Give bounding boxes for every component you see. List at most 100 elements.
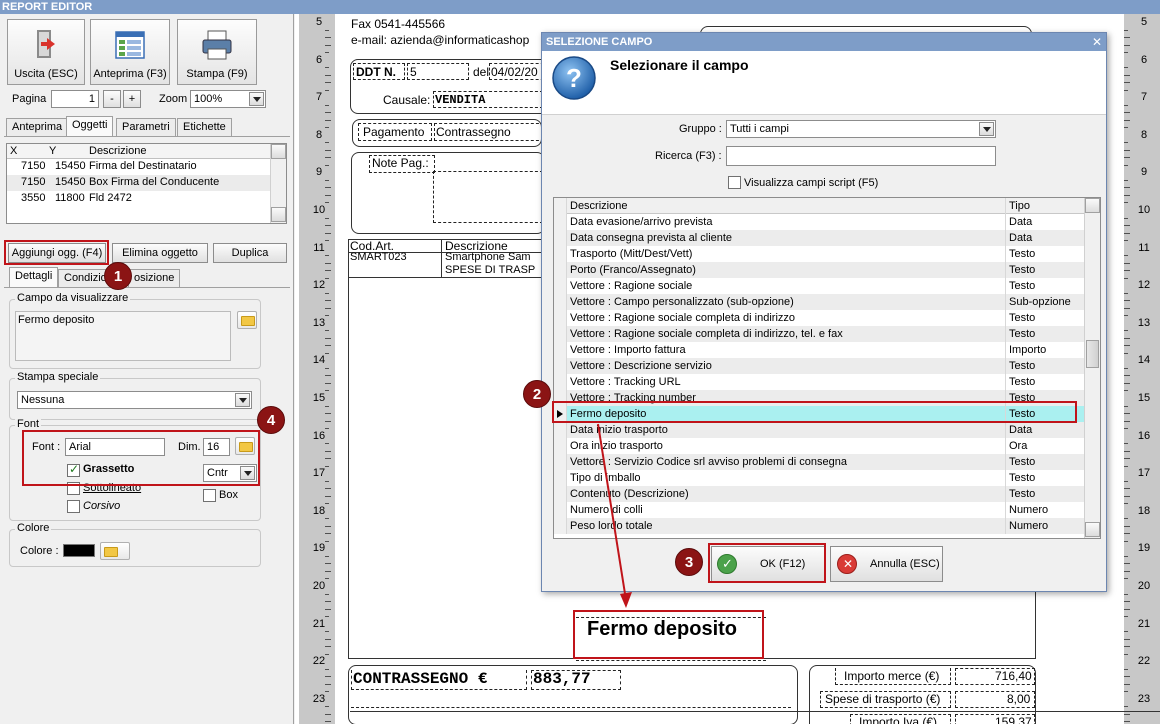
table-row[interactable]: 7150 15450 Firma del Destinatario — [7, 159, 270, 175]
exit-door-icon — [37, 30, 55, 58]
list-item[interactable]: Vettore : Descrizione servizio Testo — [554, 358, 1086, 374]
page-input[interactable]: 1 — [51, 90, 99, 108]
ruler-tick — [325, 480, 329, 482]
scroll-down-icon[interactable] — [271, 207, 286, 222]
scroll-up-icon[interactable] — [1085, 198, 1100, 213]
list-item[interactable]: Trasporto (Mitt/Dest/Vett) Testo — [554, 246, 1086, 262]
ruler-number: 5 — [315, 16, 323, 28]
tab-etichette[interactable]: Etichette — [177, 118, 232, 136]
preview-button[interactable]: Anteprima (F3) — [90, 19, 170, 85]
tab-parametri[interactable]: Parametri — [116, 118, 176, 136]
close-icon[interactable]: ✕ — [1092, 33, 1102, 51]
field-type: Testo — [1009, 376, 1036, 388]
ruler-tick — [325, 601, 331, 603]
scroll-down-icon[interactable] — [1085, 522, 1100, 537]
script-fields-checkbox[interactable] — [728, 176, 741, 189]
tab-posizione[interactable]: osizione — [128, 269, 181, 287]
table-row[interactable]: 3550 11800 Fld 2472 — [7, 191, 270, 207]
tab-anteprima[interactable]: Anteprima — [6, 118, 69, 136]
ruler-tick — [1124, 330, 1128, 332]
row-indicator — [554, 486, 567, 502]
box-checkbox[interactable] — [203, 489, 216, 502]
items-row-line — [348, 277, 544, 278]
row-indicator — [554, 358, 567, 374]
ruler-number: 20 — [312, 580, 326, 592]
page-plus-button[interactable]: + — [123, 90, 141, 108]
table-row[interactable]: 7150 15450 Box Firma del Conducente — [7, 175, 270, 191]
zoom-select[interactable]: 100% — [190, 90, 266, 108]
ruler-tick — [1124, 631, 1128, 633]
ruler-tick — [325, 638, 331, 640]
folder-icon[interactable] — [237, 311, 257, 329]
delete-object-button[interactable]: Elimina oggetto — [112, 243, 208, 263]
ruler-tick — [1124, 367, 1128, 369]
ruler-tick — [325, 668, 329, 670]
tab-dettagli[interactable]: Dettagli — [9, 267, 59, 287]
ruler-tick — [1124, 458, 1130, 460]
left-panel: Uscita (ESC) Anteprima (F3) Stampa (F9) … — [0, 14, 294, 724]
cancel-button[interactable]: ✕ Annulla (ESC) — [830, 546, 943, 582]
ruler-tick — [1124, 480, 1128, 482]
tab-oggetti[interactable]: Oggetti — [66, 116, 114, 136]
folder-icon[interactable] — [100, 542, 130, 560]
ruler-tick — [1124, 270, 1130, 272]
search-input[interactable] — [726, 146, 996, 166]
ruler-number: 10 — [1137, 204, 1151, 216]
field-desc: Data consegna prevista al cliente — [568, 230, 1006, 246]
list-item[interactable]: Vettore : Campo personalizzato (sub-opzi… — [554, 294, 1086, 310]
color-swatch[interactable] — [63, 544, 95, 557]
cell-x: 7150 — [21, 176, 46, 188]
field-type: Testo — [1009, 248, 1036, 260]
chevron-down-icon[interactable] — [235, 393, 250, 407]
ruler-tick — [1124, 518, 1128, 520]
ruler-tick — [325, 37, 331, 39]
duplicate-button[interactable]: Duplica — [213, 243, 287, 263]
ruler-tick — [325, 721, 331, 723]
ruler-tick — [1124, 74, 1130, 76]
list-item[interactable]: Vettore : Ragione sociale completa di in… — [554, 326, 1086, 342]
ruler-tick — [1124, 307, 1130, 309]
list-item[interactable]: Data consegna prevista al cliente Data — [554, 230, 1086, 246]
ruler-tick — [1124, 179, 1128, 181]
group-select[interactable]: Tutti i campi — [726, 120, 996, 138]
list-item[interactable]: Vettore : Ragione sociale Testo — [554, 278, 1086, 294]
ruler-tick — [325, 608, 331, 610]
chevron-down-icon[interactable] — [979, 122, 994, 136]
italic-checkbox[interactable] — [67, 500, 80, 513]
ruler-number: 5 — [1140, 16, 1148, 28]
field-type: Testo — [1009, 360, 1036, 372]
exit-button[interactable]: Uscita (ESC) — [7, 19, 85, 85]
ruler-tick — [1124, 555, 1128, 557]
chevron-down-icon[interactable] — [249, 92, 264, 106]
fields-grid-scrollbar[interactable] — [1084, 198, 1100, 538]
list-item[interactable]: Vettore : Ragione sociale completa di in… — [554, 310, 1086, 326]
list-item[interactable]: Vettore : Tracking URL Testo — [554, 374, 1086, 390]
color-group-title: Colore — [15, 522, 52, 534]
field-value-box[interactable]: Fermo deposito — [15, 311, 231, 361]
row1-desc: Smartphone Sam — [445, 251, 531, 263]
header-y: Y — [49, 145, 57, 157]
list-item[interactable]: Data evasione/arrivo prevista Data — [554, 214, 1086, 230]
scroll-thumb[interactable] — [1086, 340, 1099, 368]
doc-email: e-mail: azienda@informaticashop — [351, 33, 530, 47]
objects-scrollbar[interactable] — [270, 144, 286, 223]
page-minus-button[interactable]: - — [103, 90, 121, 108]
ruler-number: 22 — [312, 655, 326, 668]
special-print-select[interactable]: Nessuna — [17, 391, 252, 409]
field-type: Testo — [1009, 264, 1036, 276]
dialog-title: SELEZIONE CAMPO — [546, 36, 653, 48]
objects-table[interactable]: X Y Descrizione 7150 15450 Firma del Des… — [6, 143, 287, 224]
list-item[interactable]: Porto (Franco/Assegnato) Testo — [554, 262, 1086, 278]
scroll-up-icon[interactable] — [271, 144, 286, 159]
question-icon: ? — [552, 56, 596, 100]
header-x: X — [10, 145, 18, 157]
ruler-tick — [325, 375, 331, 377]
field-type: Testo — [1009, 472, 1036, 484]
ruler-tick — [1124, 525, 1130, 527]
list-item[interactable]: Vettore : Importo fattura Importo — [554, 342, 1086, 358]
ruler-number: 8 — [1140, 128, 1148, 141]
print-button[interactable]: Stampa (F9) — [177, 19, 257, 85]
ruler-tick — [325, 345, 331, 347]
causale-label: Causale: — [383, 93, 431, 107]
note-value-box[interactable] — [433, 171, 543, 223]
